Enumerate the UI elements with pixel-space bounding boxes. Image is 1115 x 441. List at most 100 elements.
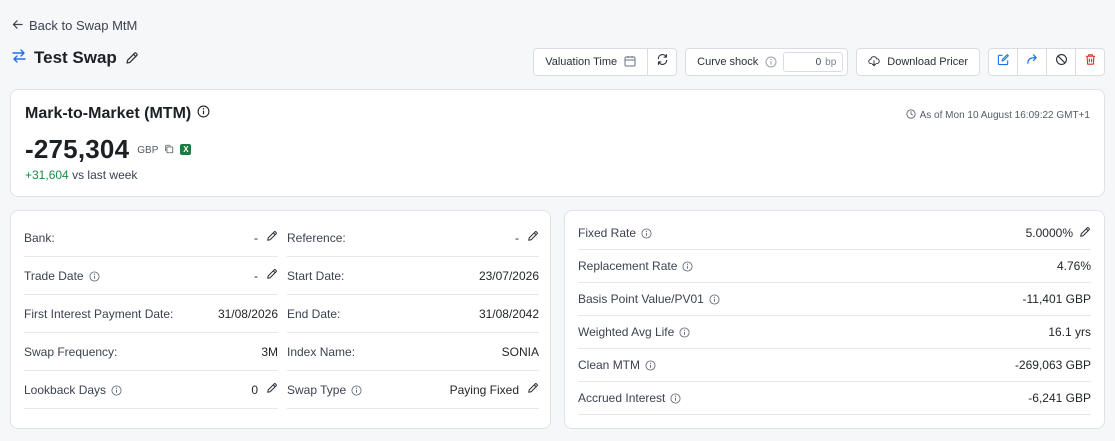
valuation-time-button[interactable]: Valuation Time: [534, 49, 647, 75]
detail-value: -: [515, 230, 519, 245]
detail-row: Trade Date -: [24, 257, 278, 295]
metric-value: -6,241 GBP: [1028, 391, 1091, 405]
metric-label-wrap: Clean MTM: [578, 358, 656, 372]
download-pricer-label: Download Pricer: [887, 56, 968, 68]
detail-label-wrap: First Interest Payment Date:: [24, 307, 173, 321]
mtm-title: Mark-to-Market (MTM): [25, 105, 210, 123]
download-group: Download Pricer: [856, 48, 980, 76]
metric-value-wrap: -11,401 GBP: [1023, 292, 1091, 306]
refresh-icon: [656, 53, 669, 71]
copy-icon[interactable]: [164, 141, 174, 159]
trash-icon: [1084, 53, 1097, 71]
edit-pencil-icon[interactable]: [527, 230, 539, 245]
metric-value-wrap: -6,241 GBP: [1028, 391, 1091, 405]
mtm-change: +31,604 vs last week: [25, 168, 137, 182]
metric-label-wrap: Weighted Avg Life: [578, 325, 690, 339]
edit-pencil-icon[interactable]: [266, 230, 278, 245]
info-icon: [197, 105, 210, 123]
detail-value-wrap: SONIA: [502, 345, 539, 359]
trade-details-card: Bank: - Trade Date - First Interest Payment …: [10, 210, 551, 429]
detail-value: 0: [251, 382, 258, 397]
metric-row: Weighted Avg Life 16.1 yrs: [578, 316, 1091, 349]
detail-label-wrap: Reference:: [287, 231, 346, 245]
page-title: Test Swap: [34, 48, 117, 67]
metric-label-wrap: Basis Point Value/PV01: [578, 292, 720, 306]
valuation-time-label: Valuation Time: [545, 56, 618, 68]
edit-pencil-icon[interactable]: [527, 382, 539, 397]
metric-value-wrap: 4.76%: [1057, 259, 1091, 273]
edit-pencil-icon[interactable]: [266, 268, 278, 283]
share-button[interactable]: [1018, 49, 1046, 75]
metric-value: 16.1 yrs: [1048, 325, 1091, 339]
back-link-label: Back to Swap MtM: [29, 18, 138, 33]
edit-title-pencil-icon[interactable]: [125, 51, 139, 65]
detail-row: Swap Type Paying Fixed: [287, 371, 539, 409]
curve-shock-label: Curve shock: [697, 56, 759, 68]
edit-button[interactable]: [989, 49, 1017, 75]
detail-label: First Interest Payment Date:: [24, 306, 174, 321]
detail-value: 3M: [261, 344, 278, 359]
info-icon: [351, 383, 362, 397]
detail-label-wrap: Swap Type: [287, 383, 362, 397]
excel-export-icon[interactable]: X: [180, 144, 192, 155]
detail-label-wrap: End Date:: [287, 307, 340, 321]
detail-label: Start Date:: [287, 268, 345, 283]
curve-shock-input[interactable]: 0 bp: [783, 52, 844, 72]
disable-button[interactable]: [1047, 49, 1075, 75]
detail-value-wrap: 31/08/2042: [479, 307, 539, 321]
detail-row: Reference: -: [287, 219, 539, 257]
detail-value-wrap: -: [515, 230, 539, 245]
as-of-text: As of Mon 10 August 16:09:22 GMT+1: [919, 110, 1090, 121]
detail-row: Swap Frequency: 3M: [24, 333, 278, 371]
detail-label: Lookback Days: [24, 382, 107, 397]
detail-label: Swap Frequency:: [24, 344, 118, 359]
download-pricer-button[interactable]: Download Pricer: [857, 49, 979, 75]
metric-row: Basis Point Value/PV01 -11,401 GBP: [578, 283, 1091, 316]
curve-shock-value: 0: [815, 56, 822, 68]
metrics-card: Fixed Rate 5.0000% Replacement Rate 4.76% Ba…: [564, 210, 1105, 429]
mtm-value: -275,304: [25, 134, 130, 164]
metric-value-wrap: 5.0000%: [1026, 226, 1091, 241]
curve-shock-unit: bp: [825, 56, 837, 68]
detail-label: Bank:: [24, 230, 55, 245]
metric-label: Clean MTM: [578, 358, 641, 372]
metric-value: -11,401 GBP: [1022, 292, 1091, 306]
info-icon: [89, 269, 100, 283]
back-link[interactable]: Back to Swap MtM: [12, 18, 137, 33]
detail-row: Index Name: SONIA: [287, 333, 539, 371]
detail-row: Bank: -: [24, 219, 278, 257]
details-right-column: Reference: - Start Date: 23/07/2026 End Date…: [287, 219, 539, 409]
edit-pencil-icon[interactable]: [266, 382, 278, 397]
detail-value-wrap: -: [254, 268, 278, 283]
detail-label-wrap: Start Date:: [287, 269, 344, 283]
metric-row: Fixed Rate 5.0000%: [578, 217, 1091, 250]
detail-label: Index Name:: [287, 344, 356, 359]
detail-row: First Interest Payment Date: 31/08/2026: [24, 295, 278, 333]
toolbar: Valuation Time Curve shock 0 bp Download…: [533, 48, 1105, 76]
metric-label-wrap: Replacement Rate: [578, 259, 693, 273]
info-icon: [765, 56, 777, 68]
info-icon: [682, 259, 693, 273]
detail-value: -: [254, 268, 258, 283]
mtm-value-row: -275,304 GBP X: [25, 134, 192, 165]
detail-row: Start Date: 23/07/2026: [287, 257, 539, 295]
detail-label: Swap Type: [287, 382, 347, 397]
edit-pencil-icon[interactable]: [1079, 226, 1091, 241]
info-icon: [679, 325, 690, 339]
detail-value-wrap: 0: [251, 382, 278, 397]
share-arrow-icon: [1026, 53, 1039, 71]
details-left-column: Bank: - Trade Date - First Interest Payment …: [24, 219, 278, 409]
valuation-time-group: Valuation Time: [533, 48, 678, 76]
refresh-button[interactable]: [648, 49, 676, 75]
arrow-left-icon: [12, 18, 23, 33]
info-icon: [709, 292, 720, 306]
detail-value-wrap: -: [254, 230, 278, 245]
info-icon: [111, 383, 122, 397]
delete-button[interactable]: [1076, 49, 1104, 75]
mtm-title-text: Mark-to-Market (MTM): [25, 105, 192, 122]
detail-label: Reference:: [287, 230, 346, 245]
actions-group: [988, 48, 1105, 76]
metric-label: Accrued Interest: [578, 391, 666, 405]
detail-label-wrap: Bank:: [24, 231, 55, 245]
metric-row: Replacement Rate 4.76%: [578, 250, 1091, 283]
